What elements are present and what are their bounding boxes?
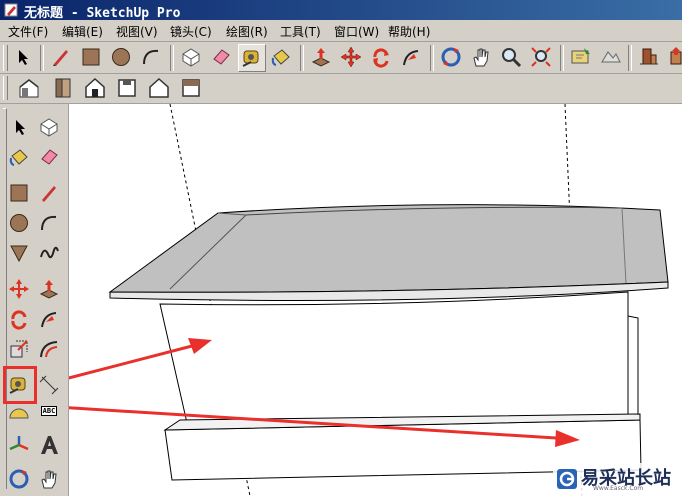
pan-hand-icon[interactable]: [468, 44, 494, 70]
title-bar: 无标题 - SketchUp Pro: [0, 0, 682, 21]
text-label-icon[interactable]: ABC: [36, 398, 62, 424]
main-toolbar: [0, 42, 682, 74]
menu-file[interactable]: 文件(F): [8, 23, 48, 40]
left-view-icon[interactable]: [178, 75, 204, 101]
select-arrow-icon[interactable]: [10, 44, 36, 70]
back-view-icon[interactable]: [146, 75, 172, 101]
pan-hand-icon[interactable]: [36, 466, 62, 492]
freehand-icon[interactable]: [36, 240, 62, 266]
views-toolbar: [0, 74, 682, 104]
tape-measure-icon[interactable]: [238, 44, 266, 72]
share-model-icon[interactable]: [664, 44, 682, 70]
menu-help[interactable]: 帮助(H): [388, 23, 430, 40]
orbit-icon[interactable]: [6, 466, 32, 492]
move-icon[interactable]: [338, 44, 364, 70]
menu-view[interactable]: 视图(V): [116, 23, 158, 40]
make-component-icon[interactable]: [178, 44, 204, 70]
eraser-icon[interactable]: [208, 44, 234, 70]
pencil-line-icon[interactable]: [48, 44, 74, 70]
drawing-canvas[interactable]: [69, 104, 682, 496]
arc-icon[interactable]: [138, 44, 164, 70]
push-pull-icon[interactable]: [308, 44, 334, 70]
wall-front-face: [159, 291, 629, 424]
add-location-icon[interactable]: [568, 44, 594, 70]
menu-draw[interactable]: 绘图(R): [226, 23, 268, 40]
window-title: 无标题 - SketchUp Pro: [24, 6, 181, 21]
watermark-logo-icon: [557, 469, 577, 489]
rectangle-icon[interactable]: [78, 44, 104, 70]
toggle-terrain-icon[interactable]: [598, 44, 624, 70]
offset-icon[interactable]: [36, 336, 62, 362]
circle-icon[interactable]: [108, 44, 134, 70]
pencil-line-icon[interactable]: [36, 180, 62, 206]
left-toolbar: ABC: [0, 104, 69, 496]
axes-icon[interactable]: [6, 432, 32, 458]
arc-icon[interactable]: [36, 210, 62, 236]
dimension-icon[interactable]: [36, 372, 62, 398]
rectangle-icon[interactable]: [6, 180, 32, 206]
front-view-icon[interactable]: [82, 75, 108, 101]
scale-icon[interactable]: [6, 336, 32, 362]
menu-edit[interactable]: 编辑(E): [62, 23, 103, 40]
annotation-arrow: [69, 344, 193, 380]
circle-icon[interactable]: [6, 210, 32, 236]
toolbar-grip[interactable]: [3, 45, 8, 71]
3d-text-icon[interactable]: [36, 432, 62, 458]
move-icon[interactable]: [6, 276, 32, 302]
wall-side-face: [627, 315, 639, 419]
tape-tool-highlight-box: [3, 366, 37, 404]
menu-camera[interactable]: 镜头(C): [170, 23, 212, 40]
follow-me-icon[interactable]: [36, 306, 62, 332]
select-arrow-icon[interactable]: [6, 114, 32, 140]
right-view-icon[interactable]: [114, 75, 140, 101]
menu-tools[interactable]: 工具(T): [280, 23, 321, 40]
rotate-icon[interactable]: [6, 306, 32, 332]
text-tool-label: ABC: [40, 406, 58, 416]
top-view-icon[interactable]: [50, 75, 76, 101]
eraser-icon[interactable]: [36, 144, 62, 170]
paint-bucket-icon[interactable]: [6, 144, 32, 170]
menu-window[interactable]: 窗口(W): [334, 23, 379, 40]
toolbar-grip[interactable]: [3, 76, 8, 100]
model-view: [69, 104, 669, 496]
polygon-icon[interactable]: [6, 240, 32, 266]
orbit-icon[interactable]: [438, 44, 464, 70]
zoom-extents-icon[interactable]: [528, 44, 554, 70]
sketchup-pencil-icon: [4, 3, 18, 17]
iso-view-icon[interactable]: [16, 75, 42, 101]
paint-bucket-icon[interactable]: [268, 44, 294, 70]
follow-me-icon[interactable]: [398, 44, 424, 70]
make-component-icon[interactable]: [36, 114, 62, 140]
watermark-url: Www.Easck.Com: [593, 485, 644, 492]
zoom-icon[interactable]: [498, 44, 524, 70]
watermark: 易采站长站 Www.Easck.Com: [553, 463, 682, 496]
rotate-icon[interactable]: [368, 44, 394, 70]
get-models-icon[interactable]: [636, 44, 662, 70]
menu-bar: 文件(F) 编辑(E) 视图(V) 镜头(C) 绘图(R) 工具(T) 窗口(W…: [0, 20, 682, 42]
push-pull-icon[interactable]: [36, 276, 62, 302]
